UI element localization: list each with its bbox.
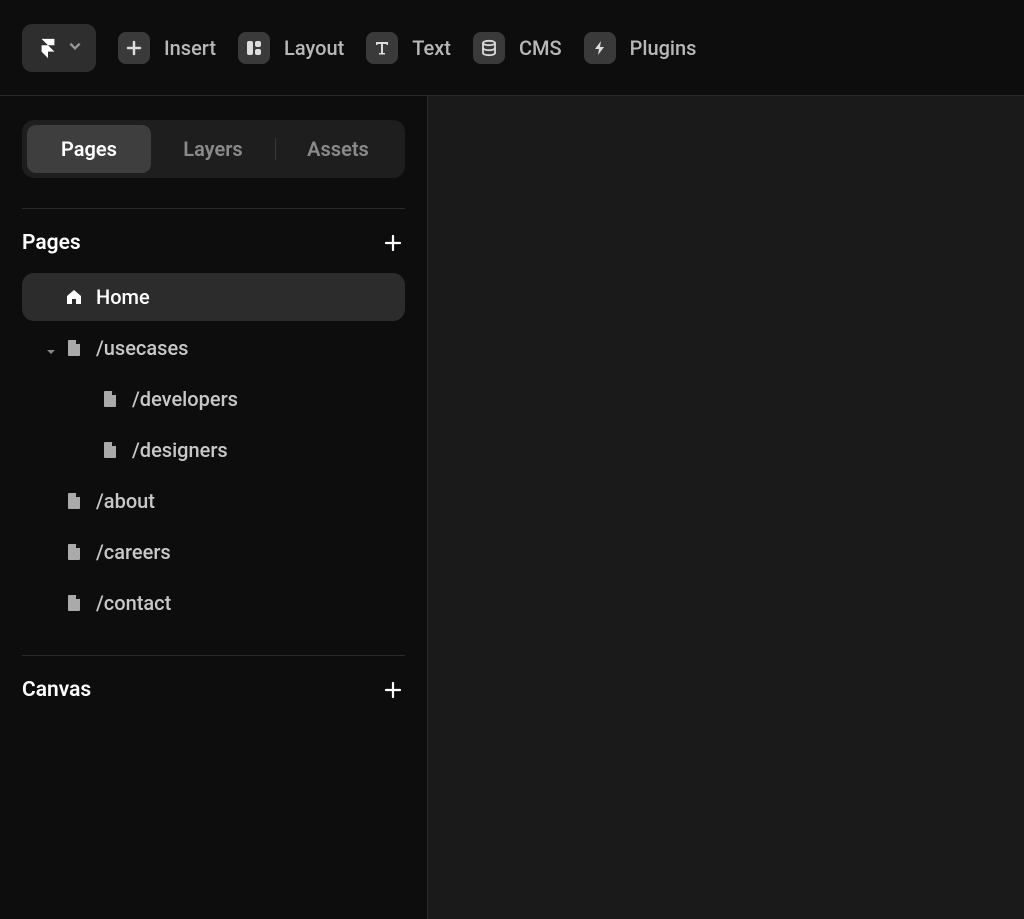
page-item-about[interactable]: /about [22, 477, 405, 525]
database-icon [473, 32, 505, 64]
sidebar-tab-bar: Pages Layers Assets [22, 120, 405, 178]
tab-pages[interactable]: Pages [27, 125, 151, 173]
add-canvas-button[interactable] [381, 678, 405, 702]
page-item-designers[interactable]: /designers [22, 426, 405, 474]
toolbar-item-label: CMS [519, 36, 562, 60]
sidebar: Pages Layers Assets Pages [0, 96, 428, 919]
page-label: /usecases [96, 336, 188, 360]
divider [22, 208, 405, 209]
plus-icon [118, 32, 150, 64]
toolbar-item-label: Insert [164, 36, 216, 60]
layout-button[interactable]: Layout [238, 32, 344, 64]
pages-section-header: Pages [22, 231, 405, 255]
bolt-icon [584, 32, 616, 64]
main-layout: Pages Layers Assets Pages [0, 96, 1024, 919]
cms-button[interactable]: CMS [473, 32, 562, 64]
section-title: Pages [22, 231, 81, 255]
page-icon [64, 542, 84, 562]
text-icon [366, 32, 398, 64]
home-icon [64, 287, 84, 307]
toolbar: Insert Layout Text CMS [0, 0, 1024, 96]
chevron-down-icon [68, 38, 82, 57]
text-button[interactable]: Text [366, 32, 451, 64]
page-item-usecases[interactable]: /usecases [22, 324, 405, 372]
toolbar-item-label: Plugins [630, 36, 697, 60]
page-label: Home [96, 285, 150, 309]
page-label: /careers [96, 540, 171, 564]
tab-assets[interactable]: Assets [276, 125, 400, 173]
page-label: /about [96, 489, 155, 513]
canvas-area[interactable] [428, 96, 1024, 919]
page-icon [64, 593, 84, 613]
canvas-section-header: Canvas [22, 678, 405, 702]
page-label: /designers [132, 438, 228, 462]
page-item-careers[interactable]: /careers [22, 528, 405, 576]
toolbar-item-label: Text [412, 36, 451, 60]
plugins-button[interactable]: Plugins [584, 32, 697, 64]
pages-list: Home [22, 273, 405, 627]
section-title: Canvas [22, 678, 91, 702]
page-item-home[interactable]: Home [22, 273, 405, 321]
tab-layers[interactable]: Layers [151, 125, 275, 173]
page-label: /developers [132, 387, 238, 411]
toolbar-item-label: Layout [284, 36, 344, 60]
app-menu-button[interactable] [22, 24, 96, 72]
insert-button[interactable]: Insert [118, 32, 216, 64]
page-icon [100, 389, 120, 409]
caret-down-icon[interactable] [46, 342, 58, 354]
page-icon [64, 491, 84, 511]
framer-logo-icon [36, 36, 60, 60]
add-page-button[interactable] [381, 231, 405, 255]
divider [22, 655, 405, 656]
page-icon [100, 440, 120, 460]
page-icon [64, 338, 84, 358]
layout-icon [238, 32, 270, 64]
page-item-contact[interactable]: /contact [22, 579, 405, 627]
page-item-developers[interactable]: /developers [22, 375, 405, 423]
page-label: /contact [96, 591, 171, 615]
